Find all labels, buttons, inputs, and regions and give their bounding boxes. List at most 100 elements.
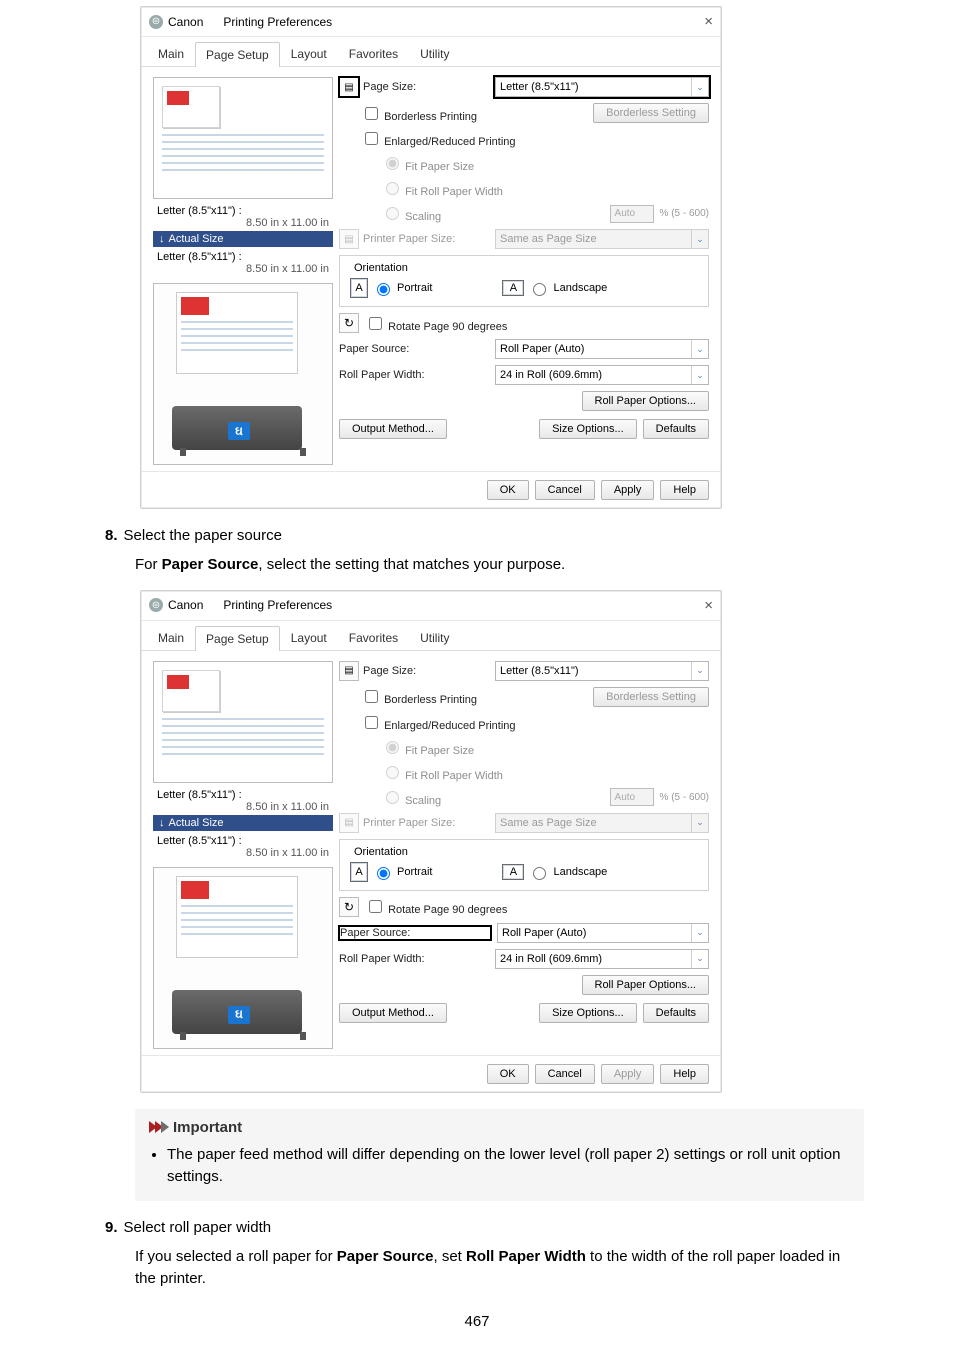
page-size-label: Page Size: bbox=[363, 665, 416, 677]
tab-layout[interactable]: Layout bbox=[280, 41, 338, 66]
important-bullet: The paper feed method will differ depend… bbox=[167, 1144, 850, 1188]
portrait-label: Portrait bbox=[397, 282, 432, 294]
printer-paper-label: Printer Paper Size: bbox=[363, 233, 455, 245]
scaling-units: % (5 - 600) bbox=[660, 208, 709, 219]
scaling-spinner[interactable]: Auto bbox=[610, 205, 654, 223]
preview-pane: Letter (8.5"x11") : 8.50 in x 11.00 in ↓… bbox=[153, 661, 333, 1049]
portrait-icon: A bbox=[350, 862, 368, 882]
roll-width-label: Roll Paper Width: bbox=[339, 953, 489, 965]
fit-paper-size-radio[interactable]: Fit Paper Size bbox=[381, 738, 474, 757]
important-callout: Important The paper feed method will dif… bbox=[135, 1109, 864, 1202]
important-label: Important bbox=[173, 1119, 242, 1136]
tab-main[interactable]: Main bbox=[147, 41, 195, 66]
step-8-text: For Paper Source, select the setting tha… bbox=[135, 554, 864, 576]
ok-button[interactable]: OK bbox=[487, 480, 529, 500]
roll-width-value: 24 in Roll (609.6mm) bbox=[500, 953, 602, 965]
tab-main[interactable]: Main bbox=[147, 625, 195, 650]
dialog-titlebar: ⊜ Canon Printing Preferences × bbox=[141, 7, 721, 37]
scaling-units: % (5 - 600) bbox=[660, 792, 709, 803]
tab-page-setup[interactable]: Page Setup bbox=[195, 42, 280, 67]
tab-page-setup[interactable]: Page Setup bbox=[195, 626, 280, 651]
defaults-button[interactable]: Defaults bbox=[643, 1003, 709, 1023]
landscape-radio[interactable]: A Landscape bbox=[502, 280, 607, 296]
output-method-button[interactable]: Output Method... bbox=[339, 419, 447, 439]
borderless-setting-button[interactable]: Borderless Setting bbox=[593, 103, 709, 123]
printing-preferences-dialog-2: ⊜ Canon Printing Preferences × Main Page… bbox=[140, 590, 722, 1093]
apply-button[interactable]: Apply bbox=[601, 480, 655, 500]
close-icon[interactable]: × bbox=[704, 13, 713, 30]
paper-source-value: Roll Paper (Auto) bbox=[502, 927, 586, 939]
actual-size-bar: ↓Actual Size bbox=[153, 231, 333, 247]
scaling-radio[interactable]: Scaling bbox=[381, 204, 441, 223]
scaling-radio[interactable]: Scaling bbox=[381, 788, 441, 807]
landscape-label: Landscape bbox=[553, 282, 607, 294]
page-size-select[interactable]: Letter (8.5"x11") ⌄ bbox=[495, 661, 709, 681]
paper-source-select[interactable]: Roll Paper (Auto) ⌄ bbox=[495, 339, 709, 359]
tab-utility[interactable]: Utility bbox=[409, 41, 460, 66]
landscape-radio[interactable]: ALandscape bbox=[502, 864, 607, 880]
borderless-setting-button[interactable]: Borderless Setting bbox=[593, 687, 709, 707]
dialog-title: Canon Printing Preferences bbox=[168, 15, 704, 29]
borderless-printing-checkbox[interactable]: Borderless Printing bbox=[361, 687, 477, 706]
tab-favorites[interactable]: Favorites bbox=[338, 41, 409, 66]
step-9-heading: 9. Select roll paper width bbox=[105, 1219, 864, 1236]
page-setup-form: ▤ Page Size: Letter (8.5"x11") ⌄ Borderl… bbox=[339, 661, 709, 1049]
fit-roll-width-radio[interactable]: Fit Roll Paper Width bbox=[381, 179, 503, 198]
printing-preferences-dialog-1: ⊜ Canon Printing Preferences × Main Page… bbox=[140, 6, 722, 509]
help-button[interactable]: Help bbox=[660, 1064, 709, 1084]
step-9-text: If you selected a roll paper for Paper S… bbox=[135, 1246, 864, 1290]
printer-paper-value: Same as Page Size bbox=[500, 817, 597, 829]
roll-paper-options-button[interactable]: Roll Paper Options... bbox=[582, 975, 710, 995]
ok-button[interactable]: OK bbox=[487, 1064, 529, 1084]
page-setup-form: ▤ Page Size: Letter (8.5"x11") ⌄ Borderl… bbox=[339, 77, 709, 465]
defaults-button[interactable]: Defaults bbox=[643, 419, 709, 439]
tab-layout[interactable]: Layout bbox=[280, 625, 338, 650]
preview-label: Letter (8.5"x11") : bbox=[157, 789, 329, 801]
roll-width-select[interactable]: 24 in Roll (609.6mm) ⌄ bbox=[495, 365, 709, 385]
rotate-90-checkbox[interactable]: Rotate Page 90 degrees bbox=[365, 897, 507, 916]
fit-roll-width-radio[interactable]: Fit Roll Paper Width bbox=[381, 763, 503, 782]
size-options-button[interactable]: Size Options... bbox=[539, 419, 637, 439]
page-size-select[interactable]: Letter (8.5"x11") ⌄ bbox=[495, 77, 709, 97]
paper-source-label: Paper Source: bbox=[339, 343, 489, 355]
preview-label-2: Letter (8.5"x11") : bbox=[157, 251, 329, 263]
tab-strip: Main Page Setup Layout Favorites Utility bbox=[141, 37, 721, 67]
close-icon[interactable]: × bbox=[704, 597, 713, 614]
chevron-down-icon: ⌄ bbox=[691, 230, 708, 248]
chevron-down-icon: ⌄ bbox=[691, 78, 708, 96]
roll-width-select[interactable]: 24 in Roll (609.6mm)⌄ bbox=[495, 949, 709, 969]
preview-dim: 8.50 in x 11.00 in bbox=[157, 217, 329, 229]
cancel-button[interactable]: Cancel bbox=[535, 480, 595, 500]
step-8-number: 8. bbox=[105, 527, 118, 544]
tab-favorites[interactable]: Favorites bbox=[338, 625, 409, 650]
help-button[interactable]: Help bbox=[660, 480, 709, 500]
borderless-printing-checkbox[interactable]: Borderless Printing bbox=[361, 104, 477, 123]
paper-source-select[interactable]: Roll Paper (Auto) ⌄ bbox=[497, 923, 709, 943]
enlarged-reduced-checkbox[interactable]: Enlarged/Reduced Printing bbox=[361, 713, 516, 732]
chevron-down-icon: ⌄ bbox=[691, 924, 708, 942]
preview-pane: Letter (8.5"x11") : 8.50 in x 11.00 in ↓… bbox=[153, 77, 333, 465]
dialog-title: Canon Printing Preferences bbox=[168, 598, 704, 612]
printer-screen-icon: ઘ bbox=[228, 1006, 250, 1024]
portrait-radio[interactable]: A Portrait bbox=[350, 278, 432, 298]
dialog-titlebar: ⊜ Canon Printing Preferences × bbox=[141, 591, 721, 621]
preview-label: Letter (8.5"x11") : bbox=[157, 205, 329, 217]
scaling-spinner[interactable]: Auto bbox=[610, 788, 654, 806]
enlarged-reduced-checkbox[interactable]: Enlarged/Reduced Printing bbox=[361, 129, 516, 148]
chevron-down-icon: ⌄ bbox=[691, 366, 708, 384]
size-options-button[interactable]: Size Options... bbox=[539, 1003, 637, 1023]
tab-utility[interactable]: Utility bbox=[409, 625, 460, 650]
portrait-radio[interactable]: APortrait bbox=[350, 862, 432, 882]
landscape-label: Landscape bbox=[553, 866, 607, 878]
app-icon: ⊜ bbox=[149, 15, 163, 29]
printer-screen-icon: ઘ bbox=[228, 422, 250, 440]
cancel-button[interactable]: Cancel bbox=[535, 1064, 595, 1084]
app-icon: ⊜ bbox=[149, 598, 163, 612]
roll-paper-options-button[interactable]: Roll Paper Options... bbox=[582, 391, 710, 411]
fit-paper-size-radio[interactable]: Fit Paper Size bbox=[381, 154, 474, 173]
preview-upper bbox=[153, 77, 333, 199]
dialog-subtitle: Printing Preferences bbox=[223, 598, 332, 612]
page-size-label: Page Size: bbox=[363, 81, 416, 93]
output-method-button[interactable]: Output Method... bbox=[339, 1003, 447, 1023]
rotate-90-checkbox[interactable]: Rotate Page 90 degrees bbox=[365, 314, 507, 333]
